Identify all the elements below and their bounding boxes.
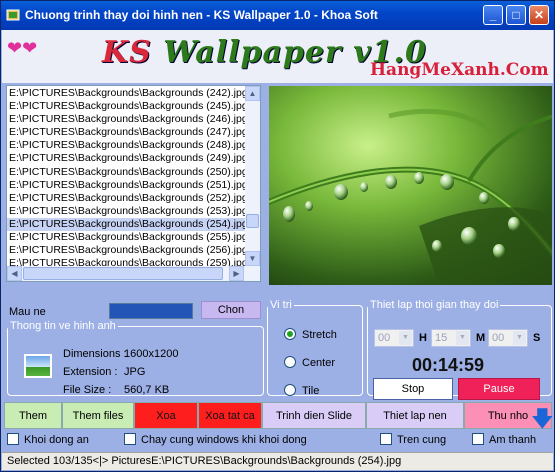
filesize-label: File Size :: [63, 384, 112, 396]
delete-button[interactable]: Xoa: [134, 402, 198, 429]
action-bar: Them Them files Xoa Xoa tat ca Trinh die…: [4, 402, 554, 431]
list-item[interactable]: E:\PICTURES\Backgrounds\Backgrounds (246…: [7, 113, 246, 126]
list-item[interactable]: E:\PICTURES\Backgrounds\Backgrounds (251…: [7, 179, 246, 192]
list-item[interactable]: E:\PICTURES\Backgrounds\Backgrounds (249…: [7, 152, 246, 165]
vertical-scrollbar[interactable]: ▲ ▼: [245, 86, 260, 266]
color-swatch: [109, 303, 193, 319]
image-info-legend: Thong tin ve hinh anh: [10, 320, 116, 332]
slideshow-button[interactable]: Trinh dien Slide: [262, 402, 366, 429]
extension-value: JPG: [124, 366, 146, 378]
sound-checkbox[interactable]: Am thanh: [472, 433, 536, 446]
maximize-button[interactable]: □: [506, 5, 526, 25]
list-item[interactable]: E:\PICTURES\Backgrounds\Backgrounds (248…: [7, 139, 246, 152]
app-icon: [6, 9, 20, 21]
start-hidden-checkbox[interactable]: Khoi dong an: [7, 433, 89, 446]
seconds-label: S: [533, 332, 541, 344]
status-bar: Selected 103/135<|> PicturesE:\PICTURES\…: [2, 452, 553, 470]
scroll-left-icon[interactable]: ◀: [7, 266, 22, 281]
add-files-button[interactable]: Them files: [62, 402, 134, 429]
seconds-select[interactable]: 00 ▼: [488, 329, 528, 347]
list-item[interactable]: E:\PICTURES\Backgrounds\Backgrounds (256…: [7, 244, 246, 257]
file-rows: E:\PICTURES\Backgrounds\Backgrounds (242…: [7, 87, 246, 281]
website-link[interactable]: HangMeXanh.Com: [370, 60, 549, 80]
list-item[interactable]: E:\PICTURES\Backgrounds\Backgrounds (242…: [7, 87, 246, 100]
image-icon: [24, 354, 52, 378]
list-item[interactable]: E:\PICTURES\Backgrounds\Backgrounds (255…: [7, 231, 246, 244]
add-button[interactable]: Them: [4, 402, 62, 429]
radio-icon: [284, 384, 296, 397]
list-item[interactable]: E:\PICTURES\Backgrounds\Backgrounds (247…: [7, 126, 246, 139]
countdown-display: 00:14:59: [412, 355, 485, 375]
scroll-down-icon[interactable]: ▼: [245, 251, 260, 266]
window-title: Chuong trinh thay doi hinh nen - KS Wall…: [25, 8, 378, 22]
dimensions-label: Dimensions :: [63, 348, 127, 360]
options-row: Khoi dong an Chay cung windows khi khoi …: [5, 432, 553, 450]
scroll-thumb[interactable]: [246, 214, 259, 228]
horizontal-scrollbar[interactable]: ◀ ▶: [7, 266, 260, 281]
timer-group: Thiet lap thoi gian thay doi 00 ▼ H 15 ▼ M…: [367, 299, 552, 400]
list-item[interactable]: E:\PICTURES\Backgrounds\Backgrounds (254…: [7, 217, 246, 232]
choose-color-button[interactable]: Chon: [201, 301, 261, 319]
list-item[interactable]: E:\PICTURES\Backgrounds\Backgrounds (253…: [7, 205, 246, 218]
radio-checked-icon: [284, 328, 296, 341]
timer-legend: Thiet lap thoi gian thay doi: [370, 299, 499, 311]
run-with-windows-checkbox[interactable]: Chay cung windows khi khoi dong: [124, 433, 307, 446]
chevron-down-icon: ▼: [399, 331, 412, 345]
stop-button[interactable]: Stop: [373, 378, 453, 400]
hearts-icon: ❤❤: [7, 38, 38, 58]
position-group: Vi tri Stretch Center Tile: [267, 299, 363, 397]
delete-all-button[interactable]: Xoa tat ca: [198, 402, 262, 429]
chevron-down-icon: ▼: [513, 331, 526, 345]
scroll-right-icon[interactable]: ▶: [229, 266, 244, 281]
color-label: Mau ne: [9, 306, 46, 318]
minutes-label: M: [476, 332, 486, 344]
checkbox-icon: [380, 433, 392, 446]
title-bar[interactable]: Chuong trinh thay doi hinh nen - KS Wall…: [1, 1, 554, 30]
list-item[interactable]: E:\PICTURES\Backgrounds\Backgrounds (250…: [7, 166, 246, 179]
minutes-select[interactable]: 15 ▼: [431, 329, 471, 347]
position-legend: Vi tri: [270, 299, 292, 311]
file-list[interactable]: E:\PICTURES\Backgrounds\Backgrounds (242…: [6, 85, 261, 282]
checkbox-icon: [7, 433, 19, 446]
filesize-value: 560,7 KB: [124, 384, 170, 396]
hours-label: H: [419, 332, 427, 344]
pause-button[interactable]: Pause: [458, 378, 540, 400]
dimensions-value: 1600x1200: [124, 348, 179, 360]
radio-icon: [284, 356, 296, 369]
chevron-down-icon: ▼: [456, 331, 469, 345]
close-button[interactable]: ✕: [529, 5, 549, 25]
scroll-up-icon[interactable]: ▲: [245, 86, 260, 101]
app-header: ❤❤ KS Wallpaper v1.0 HangMeXanh.Com: [2, 30, 553, 83]
always-on-top-checkbox[interactable]: Tren cung: [380, 433, 446, 446]
wallpaper-preview: [269, 86, 552, 285]
image-info-group: Thong tin ve hinh anh Dimensions : 1600x…: [7, 320, 264, 396]
list-item[interactable]: E:\PICTURES\Backgrounds\Backgrounds (252…: [7, 192, 246, 205]
hours-select[interactable]: 00 ▼: [374, 329, 414, 347]
hscroll-thumb[interactable]: [23, 267, 223, 280]
app-window: Chuong trinh thay doi hinh nen - KS Wall…: [0, 0, 555, 472]
set-wallpaper-button[interactable]: Thiet lap nen: [366, 402, 464, 429]
checkbox-icon: [472, 433, 484, 446]
list-item[interactable]: E:\PICTURES\Backgrounds\Backgrounds (245…: [7, 100, 246, 113]
checkbox-icon: [124, 433, 136, 446]
minimize-button[interactable]: _: [483, 5, 503, 25]
extension-label: Extension :: [63, 366, 118, 378]
